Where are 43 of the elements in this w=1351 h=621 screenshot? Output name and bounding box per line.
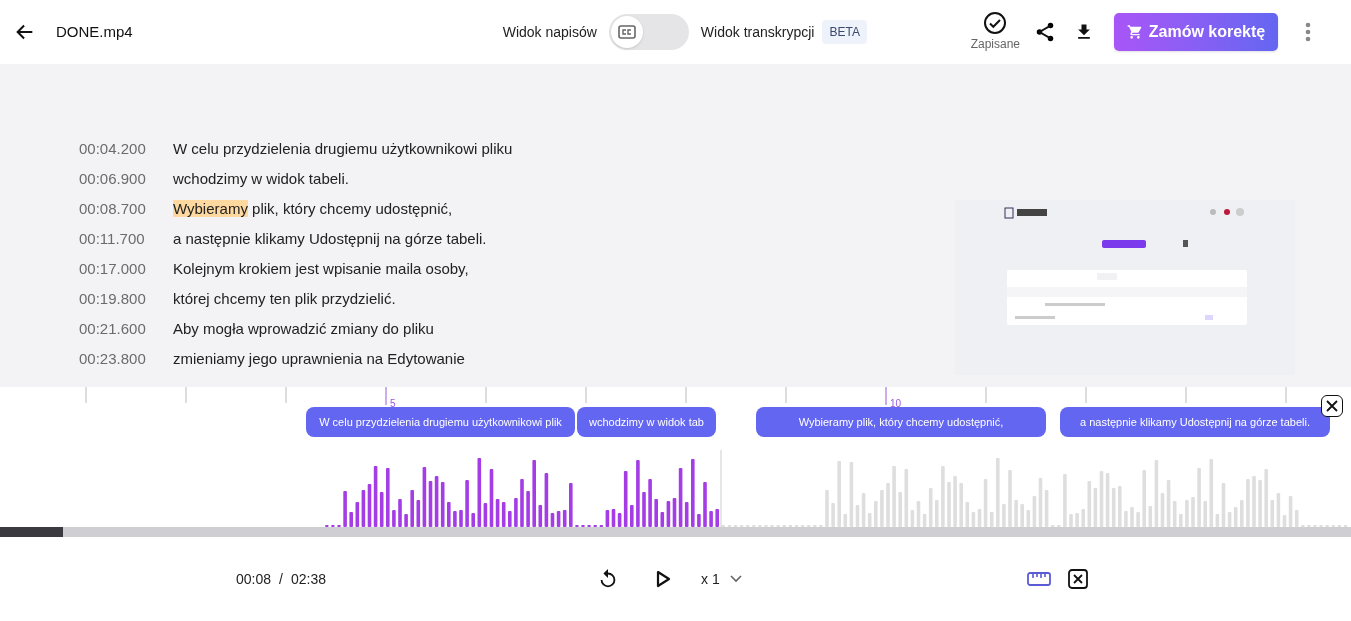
saved-status: Zapisane: [970, 36, 1020, 53]
timestamp[interactable]: 00:19.800: [79, 287, 173, 311]
chevron-down-icon: [729, 575, 742, 583]
transcript-line[interactable]: Wybieramy plik, który chcemy udostępnić,: [173, 197, 453, 221]
subtitle-block[interactable]: Wybieramy plik, który chcemy udostępnić,: [756, 407, 1046, 437]
check-circle-icon: [983, 11, 1008, 35]
subtitle-block[interactable]: wchodzimy w widok tab: [577, 407, 716, 437]
more-options-icon[interactable]: [1305, 22, 1311, 42]
progress-track[interactable]: [0, 527, 1351, 537]
timestamp[interactable]: 00:21.600: [79, 317, 173, 341]
close-button[interactable]: [1321, 395, 1343, 417]
view-label: Widok napisów: [502, 22, 597, 42]
view-label: Widok transkrypcji: [700, 22, 815, 42]
file-title: DONE.mp4: [56, 21, 133, 42]
view-toggle[interactable]: [608, 14, 689, 50]
transcript-line[interactable]: W celu przydzielenia drugiemu użytkownikowi pliku: [173, 137, 513, 161]
close-icon: [1326, 400, 1338, 412]
play-icon[interactable]: [655, 570, 671, 588]
speed-dropdown[interactable]: x 1: [701, 568, 742, 590]
order-correction-button[interactable]: Zamów korektę: [1114, 13, 1278, 51]
ruler-icon[interactable]: [1027, 572, 1051, 586]
current-time: 00:08: [236, 569, 272, 589]
cc-icon: [617, 25, 636, 39]
beta-badge: BETA: [822, 20, 867, 44]
timestamp[interactable]: 00:11.700: [79, 227, 173, 251]
subtitle-block[interactable]: W celu przydzielenia drugiemu użytkownikowi plik: [306, 407, 575, 437]
timestamp[interactable]: 00:08.700: [79, 197, 173, 221]
transcript-line[interactable]: której chcemy ten plik przydzielić.: [173, 287, 396, 311]
transcript-line[interactable]: zmieniamy jego uprawnienia na Edytowanie: [173, 347, 465, 371]
transcript-line[interactable]: wchodzimy w widok tabeli.: [173, 167, 349, 191]
transcript-line[interactable]: Aby mogła wprowadzić zmiany do pliku: [173, 317, 434, 341]
close-box-icon[interactable]: [1068, 569, 1088, 589]
timestamp[interactable]: 00:17.000: [79, 257, 173, 281]
timestamp[interactable]: 00:04.200: [79, 137, 173, 161]
time-separator: /: [279, 569, 283, 589]
timestamp[interactable]: 00:23.800: [79, 347, 173, 371]
transcript-line[interactable]: a następnie klikamy Udostępnij na górze tabeli.: [173, 227, 487, 251]
total-time: 02:38: [290, 569, 326, 589]
transcript-line[interactable]: Kolejnym krokiem jest wpisanie maila osoby,: [173, 257, 469, 281]
share-icon[interactable]: [1034, 21, 1056, 43]
cart-icon: [1126, 24, 1143, 40]
subtitle-block[interactable]: a następnie klikamy Udostępnij na górze tabeli.: [1060, 407, 1330, 437]
timestamp[interactable]: 00:06.900: [79, 167, 173, 191]
